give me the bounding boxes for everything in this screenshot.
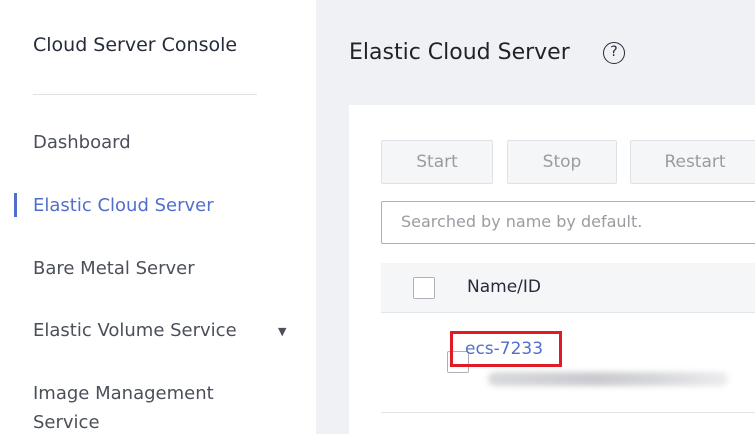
- sidebar-item-elastic-volume-service[interactable]: Elastic Volume Service: [33, 320, 237, 341]
- row-divider: [381, 412, 755, 413]
- sidebar: Cloud Server Console Dashboard Elastic C…: [0, 0, 316, 434]
- server-name-link[interactable]: ecs-7233: [450, 331, 562, 367]
- sidebar-item-bare-metal-server[interactable]: Bare Metal Server: [33, 258, 195, 279]
- sidebar-item-dashboard[interactable]: Dashboard: [33, 132, 131, 153]
- active-indicator: [14, 193, 17, 217]
- start-button[interactable]: Start: [381, 140, 493, 184]
- content-card: Start Stop Restart Searched by name by d…: [349, 105, 755, 434]
- sidebar-divider: [33, 94, 257, 95]
- caret-down-icon[interactable]: ▼: [278, 325, 286, 338]
- page-title: Elastic Cloud Server: [349, 40, 570, 65]
- column-header-name-id: Name/ID: [467, 277, 541, 297]
- search-input[interactable]: Searched by name by default.: [381, 201, 755, 244]
- sidebar-item-image-management-service[interactable]: Image Management Service: [33, 379, 253, 434]
- restart-button[interactable]: Restart: [630, 140, 755, 184]
- stop-button[interactable]: Stop: [507, 140, 617, 184]
- sidebar-item-elastic-cloud-server[interactable]: Elastic Cloud Server: [33, 195, 214, 216]
- main-panel: Elastic Cloud Server ? Start Stop Restar…: [316, 0, 755, 434]
- console-title: Cloud Server Console: [33, 34, 238, 56]
- table-header: Name/ID: [381, 263, 755, 313]
- select-all-checkbox[interactable]: [413, 277, 435, 299]
- help-icon[interactable]: ?: [603, 42, 625, 64]
- redacted-server-id: [488, 372, 728, 386]
